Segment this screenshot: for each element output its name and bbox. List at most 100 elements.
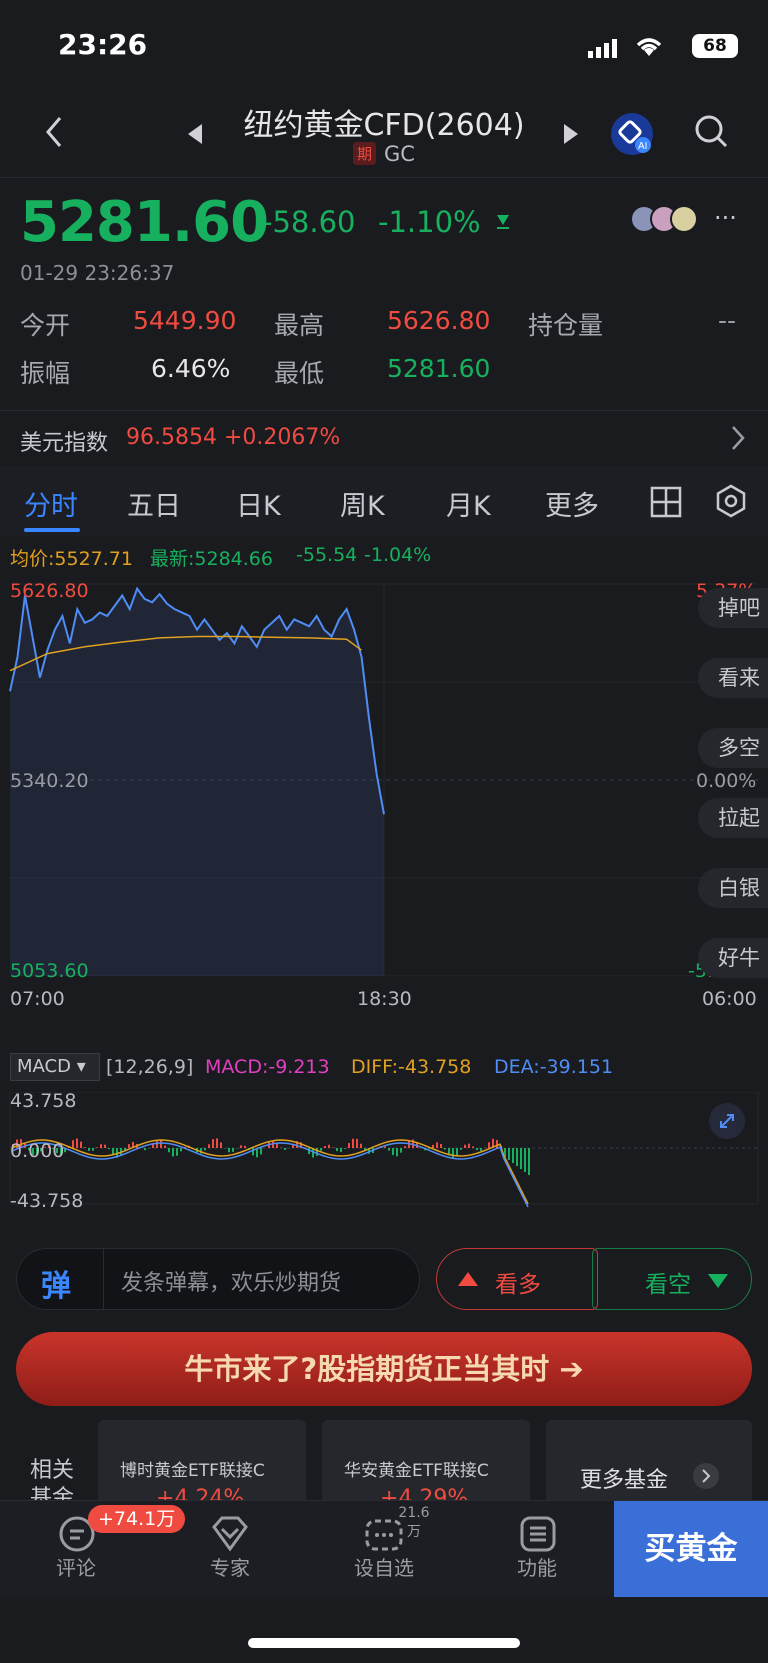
danmu-bubble[interactable]: 拉起: [698, 798, 768, 838]
macd-bar: [444, 1148, 446, 1150]
macd-bar: [384, 1146, 386, 1148]
y-label-high: 5626.80: [10, 580, 89, 602]
macd-bar: [340, 1148, 342, 1153]
tab-five-day[interactable]: 五日: [127, 484, 181, 523]
macd-bar: [216, 1138, 218, 1148]
macd-bar: [324, 1146, 326, 1148]
intraday-chart[interactable]: 均价:5527.71 最新:5284.66 -55.54 -1.04% 5626…: [0, 536, 768, 1226]
usd-index-row[interactable]: 美元指数 96.5854 +0.2067%: [0, 410, 768, 466]
price-change-pct: -1.10%: [378, 205, 481, 239]
macd-bar: [72, 1140, 74, 1148]
macd-bar: [496, 1139, 498, 1148]
bearish-button[interactable]: 看空: [592, 1248, 752, 1310]
macd-bar: [328, 1144, 330, 1148]
danmu-bubble[interactable]: 好牛: [698, 938, 768, 978]
usd-index-change: +0.2067%: [224, 425, 341, 450]
macd-bar: [204, 1148, 206, 1151]
macd-bar: [208, 1144, 210, 1148]
tab-daily-k[interactable]: 日K: [236, 484, 281, 523]
danmu-input[interactable]: 弹 发条弹幕，欢乐炒期货: [16, 1248, 420, 1310]
macd-bar: [336, 1148, 338, 1152]
more-funds-card[interactable]: 更多基金: [546, 1420, 752, 1510]
danmu-bubble[interactable]: 掉吧: [698, 588, 768, 628]
watchlist-button[interactable]: 21.6万 设自选: [334, 1501, 434, 1597]
expand-icon[interactable]: [708, 1102, 746, 1140]
fund-name: 华安黄金ETF联接C: [344, 1461, 489, 1481]
macd-bar: [332, 1147, 334, 1148]
macd-params: [12,26,9]: [106, 1056, 194, 1078]
macd-bar: [436, 1142, 438, 1148]
bullish-label: 看多: [495, 1272, 541, 1298]
x-label-mid: 18:30: [357, 988, 412, 1010]
danmu-placeholder: 发条弹幕，欢乐炒期货: [121, 1271, 342, 1296]
dea-line: [11, 1142, 529, 1208]
danmu-bubble[interactable]: 多空: [698, 728, 768, 768]
macd-bar: [404, 1146, 406, 1148]
macd-bar: [476, 1148, 478, 1151]
buy-gold-button[interactable]: 买黄金: [614, 1501, 768, 1597]
tab-weekly-k[interactable]: 周K: [340, 484, 385, 523]
danmu-bubble[interactable]: 看来: [698, 658, 768, 698]
macd-bar: [488, 1142, 490, 1148]
community-avatars[interactable]: [630, 205, 700, 235]
price-change: -58.60: [262, 205, 356, 239]
open-label: 今开: [20, 311, 71, 340]
macd-bar: [104, 1144, 106, 1148]
macd-bar: [348, 1143, 350, 1148]
macd-bar: [360, 1143, 362, 1148]
list-icon: [520, 1516, 556, 1552]
y-label-low: 5053.60: [10, 960, 89, 982]
settings-icon[interactable]: [714, 484, 748, 518]
tab-more[interactable]: 更多: [545, 484, 599, 523]
danmu-icon: 弹: [41, 1269, 71, 1304]
macd-bar: [76, 1138, 78, 1148]
functions-button[interactable]: 功能: [487, 1501, 587, 1597]
last-price: 5281.60: [20, 190, 269, 255]
chevron-right-icon: [693, 1463, 719, 1489]
low-value: 5281.60: [387, 354, 491, 383]
x-label-start: 07:00: [10, 988, 65, 1010]
price-chart-svg: [9, 583, 758, 976]
avatar: [670, 205, 698, 233]
period-tabs: 分时 五日 日K 周K 月K 更多: [0, 466, 768, 536]
macd-bar: [512, 1148, 514, 1163]
tab-monthly-k[interactable]: 月K: [446, 484, 491, 523]
macd-bottom-label: -43.758: [10, 1190, 84, 1212]
macd-bar: [244, 1145, 246, 1148]
expert-button[interactable]: 专家: [180, 1501, 280, 1597]
macd-bar: [284, 1148, 286, 1150]
macd-bar: [528, 1148, 530, 1175]
quote-timestamp: 01-29 23:26:37: [20, 261, 175, 285]
bullish-button[interactable]: 看多: [436, 1248, 598, 1310]
low-label: 最低: [274, 359, 325, 388]
bottom-bar: 评论 +74.1万 专家 21.6万 设自选 功能 买黄金: [0, 1500, 768, 1597]
macd-bar: [80, 1141, 82, 1148]
avg-price-label: 均价:5527.71: [10, 548, 133, 570]
macd-mid-label: 0.000: [10, 1140, 65, 1162]
search-icon[interactable]: [694, 114, 730, 150]
fund-card[interactable]: 华安黄金ETF联接C +4.29%: [322, 1420, 530, 1511]
macd-bar: [212, 1139, 214, 1148]
fund-card[interactable]: 博时黄金ETF联接C +4.24%: [98, 1420, 306, 1511]
comments-label: 评论: [56, 1556, 96, 1580]
macd-bar: [260, 1148, 262, 1155]
indicator-selector[interactable]: MACD ▾: [10, 1053, 100, 1081]
ai-assistant-icon[interactable]: AI: [610, 112, 656, 158]
latest-price-label: 最新:5284.66: [150, 548, 273, 570]
banner-prefix: 牛市来了?: [184, 1352, 318, 1386]
danmu-bubble[interactable]: 白银: [698, 868, 768, 908]
chevron-right-icon: [732, 426, 745, 450]
next-contract-icon[interactable]: [562, 124, 578, 144]
macd-bar: [320, 1148, 322, 1151]
down-triangle-icon: [708, 1274, 728, 1288]
indicator-name: MACD: [17, 1056, 71, 1077]
grid-icon[interactable]: [650, 486, 682, 518]
related-funds: 相关 基金 博时黄金ETF联接C +4.24% 华安黄金ETF联接C +4.29…: [0, 1420, 768, 1511]
macd-bar: [452, 1148, 454, 1158]
y-label-mid: 5340.20: [10, 770, 89, 792]
more-icon[interactable]: ···: [714, 204, 737, 232]
macd-bar: [240, 1145, 242, 1148]
macd-bar: [100, 1144, 102, 1148]
promo-banner[interactable]: 牛市来了?股指期货正当其时 ➔: [16, 1332, 752, 1406]
tab-intraday[interactable]: 分时: [24, 484, 78, 523]
